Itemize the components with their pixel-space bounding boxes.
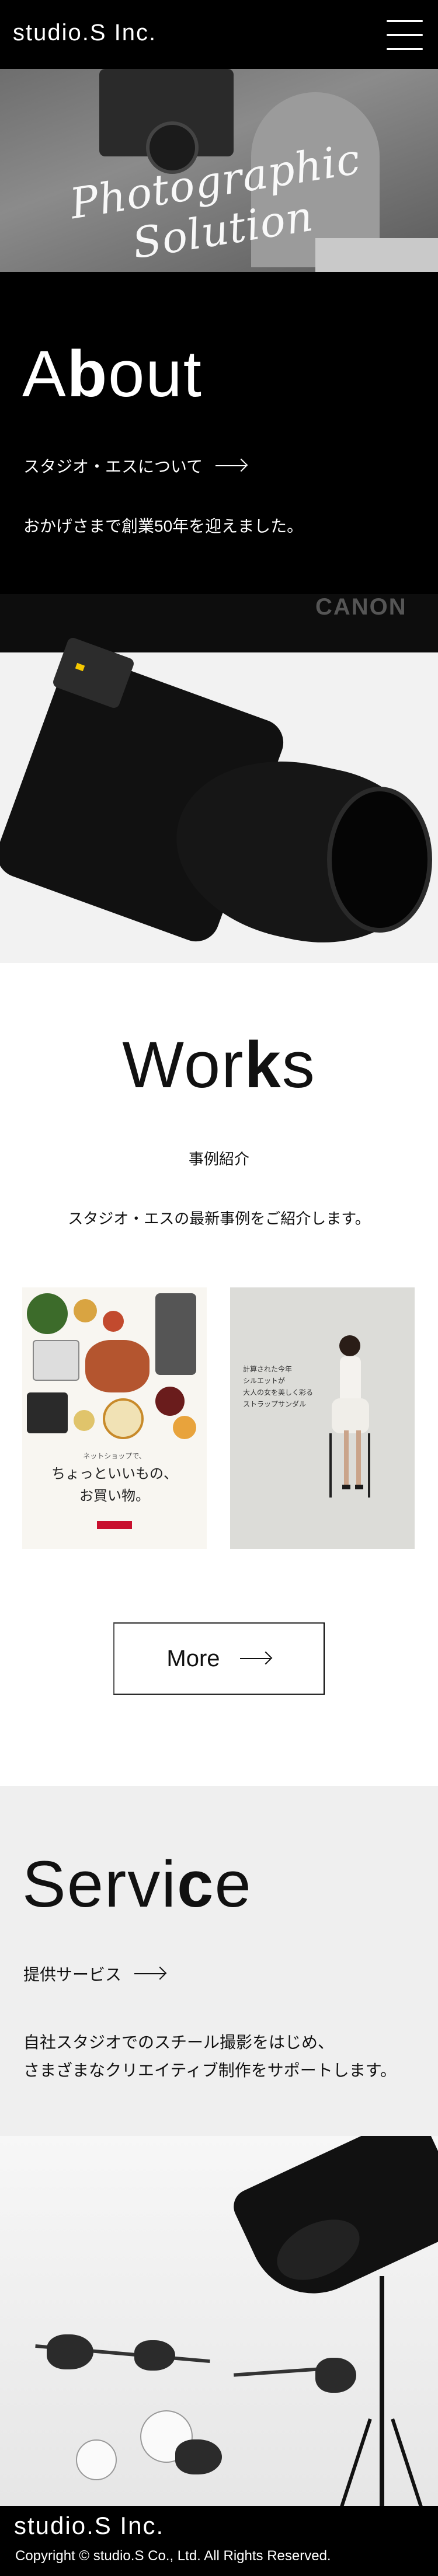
work-card-title: ちょっといいもの、 お買い物。 [51,1465,178,1504]
site-footer: studio.S Inc. Copyright © studio.S Co., … [0,2506,438,2576]
about-section: About スタジオ・エスについて おかげさまで創業50年を迎えました。 [0,272,438,594]
service-link-label: 提供サービス [23,1966,122,1984]
works-section: Works 事例紹介 スタジオ・エスの最新事例をご紹介します。 ネットショップで… [0,963,438,1786]
studio-light-head [134,2340,175,2371]
studio-stand [380,2276,384,2506]
site-header: studio.S Inc. [0,0,438,69]
studio-light-head [315,2358,356,2393]
about-link-label: スタジオ・エスについて [23,458,203,476]
service-description: 自社スタジオでのスチール撮影をはじめ、 さまざまなクリエイティブ制作をサポートし… [23,2033,397,2079]
hero-banner: Photographic Solution [0,69,438,272]
footer-logo[interactable]: studio.S Inc. [14,2512,164,2540]
studio-stand-leg [332,2418,372,2506]
camera-photo: CANON [0,594,438,963]
footer-copyright: Copyright © studio.S Co., Ltd. All Right… [15,2548,331,2564]
studio-light-head [47,2334,93,2369]
studio-light-head [175,2439,222,2474]
work-card-shopping[interactable]: ネットショップで、 ちょっといいもの、 お買い物。 [22,1287,207,1549]
works-title: Works [122,1028,316,1101]
work-card-logo [97,1521,132,1529]
about-description: おかげさまで創業50年を迎えました。 [23,517,304,535]
work-card-kicker: ネットショップで、 [83,1452,146,1460]
work-card-products [27,1293,202,1445]
studio-light-bulb [76,2439,117,2480]
service-section: Service 提供サービス 自社スタジオでのスチール撮影をはじめ、 さまざまな… [0,1786,438,2136]
studio-photo [0,2136,438,2506]
service-link[interactable]: 提供サービス [23,1962,166,1985]
works-description: スタジオ・エスの最新事例をご紹介します。 [68,1210,370,1227]
camera-brand-text: CANON [315,594,407,620]
arrow-right-icon [239,1652,272,1665]
about-link[interactable]: スタジオ・エスについて [23,454,247,477]
camera-lens-rim [327,787,432,933]
hamburger-icon[interactable] [387,20,423,50]
work-card-fashion[interactable]: 計算された今年 シルエットが 大人の女を美しく彩る ストラップサンダル [230,1287,415,1549]
work-card-model [329,1335,370,1498]
arrow-right-icon [134,1967,166,1980]
work-card-copy: 計算された今年 シルエットが 大人の女を美しく彩る ストラップサンダル [243,1365,314,1408]
studio-stand-leg [391,2418,430,2506]
site-logo[interactable]: studio.S Inc. [13,20,157,46]
more-label: More [166,1645,220,1671]
hero-arm-shape [315,238,438,272]
about-title: About [22,337,203,410]
arrow-right-icon [215,459,247,472]
service-title: Service [22,1848,252,1921]
works-subtitle: 事例紹介 [188,1150,249,1168]
works-more-button[interactable]: More [113,1622,325,1695]
